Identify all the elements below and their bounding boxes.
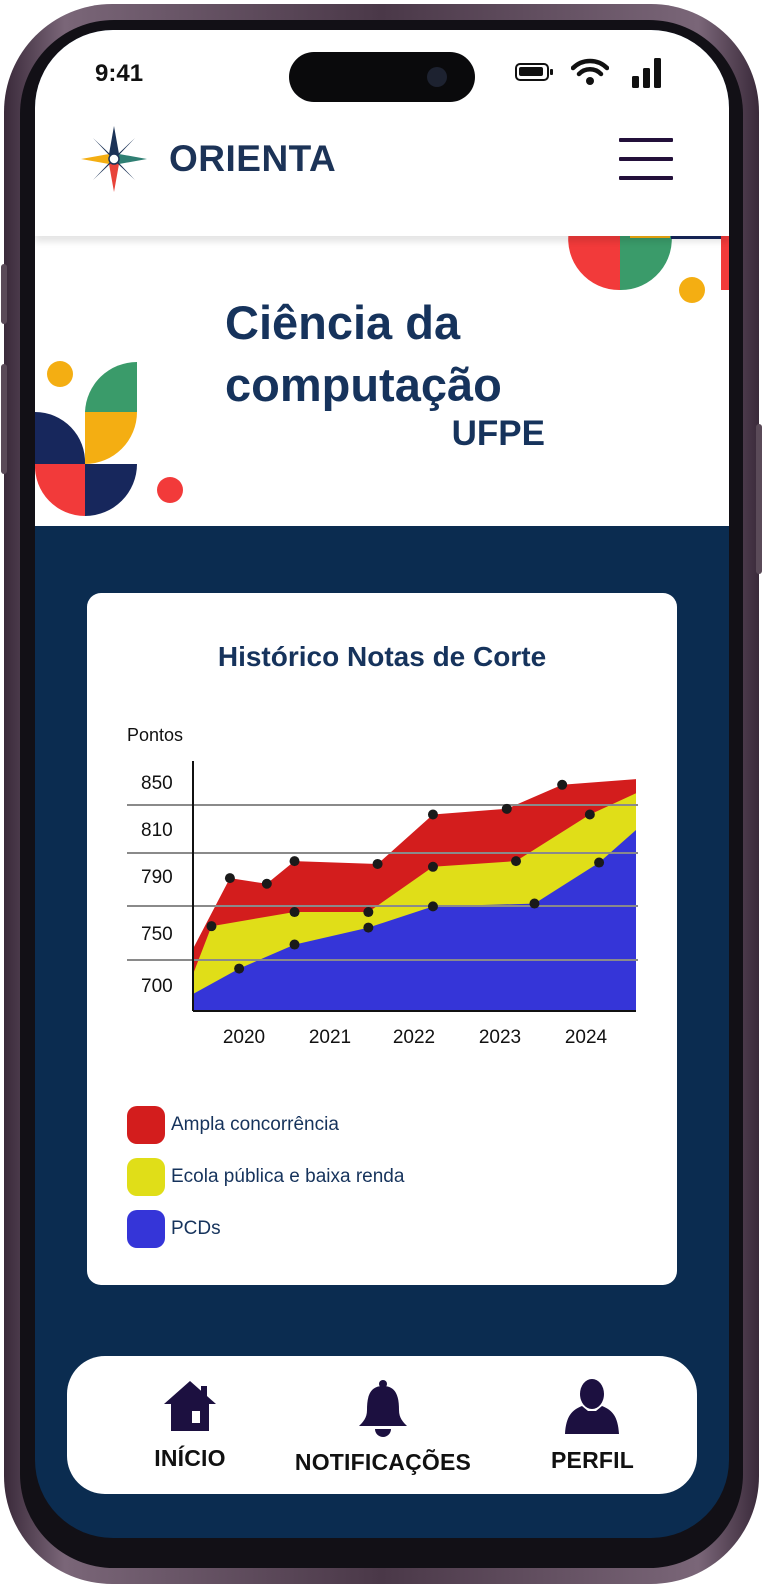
cutoff-area-chart: 850 810 790 750 700 2020 2021 2022 2023 2024 Ponto… [127,725,638,1048]
y-tick-label: 790 [141,867,173,888]
user-icon [565,1379,619,1434]
status-icons [515,56,663,88]
nav-notifications-label: NOTIFICAÇÕES [294,1449,472,1475]
legend-label: Ampla concorrência [171,1114,339,1135]
data-point [363,922,374,933]
home-icon [164,1381,216,1431]
data-point [584,809,595,820]
legend-swatch-blue [127,1210,165,1248]
course-title-line2: computação [225,358,502,411]
legend-swatch-red [127,1106,165,1144]
data-point [529,898,540,909]
wifi-icon [571,58,609,85]
data-point [427,861,438,872]
x-tick-label: 2021 [309,1027,351,1048]
data-point [289,939,300,950]
x-tick-label: 2023 [479,1027,521,1048]
bottom-nav: INÍCIO NOTIFICAÇÕES PERFIL [67,1356,697,1494]
chart-legend: Ampla concorrência Ecola pública e baixa… [127,1099,404,1255]
y-tick-label: 850 [141,773,173,794]
data-point [363,907,374,918]
app-header: ORIENTA [35,118,729,236]
legend-item: Ecola pública e baixa renda [127,1151,404,1203]
y-axis-label: Pontos [127,725,183,745]
x-tick-label: 2024 [565,1027,608,1048]
bell-icon [359,1380,407,1437]
data-point [511,856,522,867]
data-point [224,873,235,884]
battery-icon [515,63,553,81]
data-point [234,963,245,974]
brand-name: ORIENTA [169,138,337,179]
y-tick-label: 750 [141,924,173,945]
y-tick-label: 810 [141,820,173,841]
x-tick-label: 2022 [393,1027,435,1048]
data-point [427,901,438,912]
dynamic-island [289,52,475,102]
signal-icon [632,58,661,88]
legend-label: PCDs [171,1218,221,1239]
data-point [289,907,300,918]
nav-home-button[interactable]: INÍCIO [151,1378,229,1472]
legend-item: Ampla concorrência [127,1099,404,1151]
legend-item: PCDs [127,1203,404,1255]
y-tick-label: 700 [141,976,173,997]
data-point [557,779,568,790]
course-title: Ciência da computação UFPE [225,292,545,454]
decoration-top-right-icon [568,230,729,303]
data-point [594,857,605,868]
data-point [427,809,438,820]
course-title-line1: Ciência da [225,296,461,349]
legend-label: Ecola pública e baixa renda [171,1166,405,1187]
nav-notifications-button[interactable]: NOTIFICAÇÕES [293,1378,473,1476]
nav-profile-button[interactable]: PERFIL [551,1378,634,1474]
legend-swatch-yellow [127,1158,165,1196]
data-point [261,878,272,889]
hamburger-menu-button[interactable] [619,138,673,184]
chart-card: Histórico Notas de Corte 850 810 790 750 700… [87,593,677,1285]
data-point [289,856,300,867]
app-screen: 9:41 ORIENTA Ciência da computação UFPE … [35,30,729,1538]
compass-logo-icon [81,126,147,192]
nav-home-label: INÍCIO [154,1445,226,1471]
decoration-left-icon [35,361,183,516]
status-time: 9:41 [95,60,144,87]
data-point [206,921,217,932]
nav-profile-label: PERFIL [551,1447,634,1473]
university-name: UFPE [451,414,545,453]
data-point [372,858,383,869]
data-point [501,803,512,814]
x-tick-label: 2020 [223,1027,265,1048]
